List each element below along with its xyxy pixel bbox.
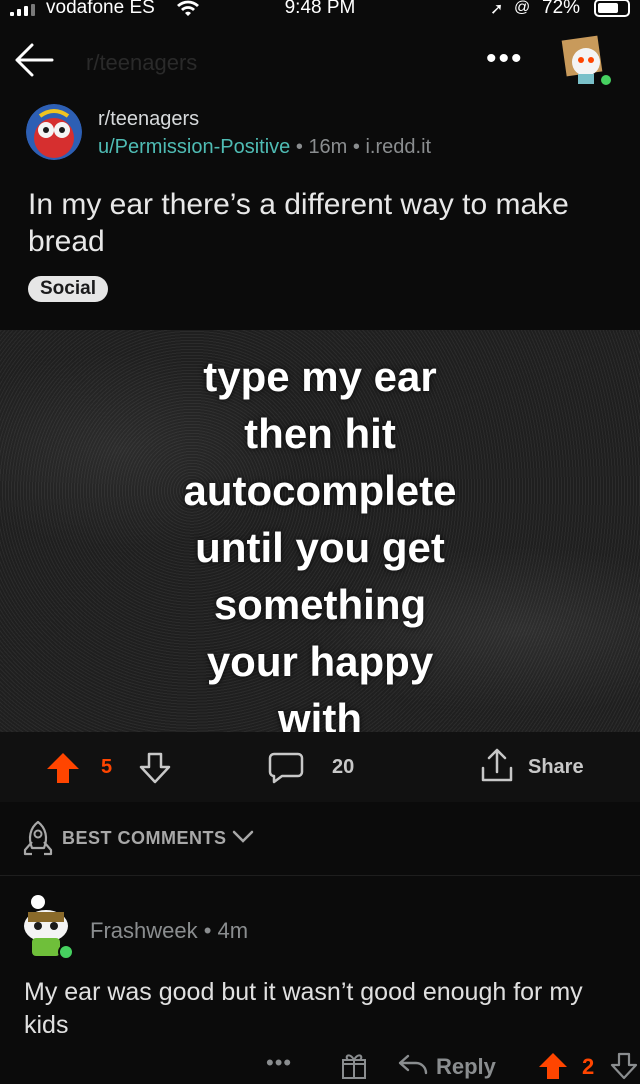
share-button[interactable]: Share [528,756,584,779]
user-avatar[interactable] [556,28,616,88]
comment-author[interactable]: Frashweek [90,918,198,943]
status-bar: vodafone ES 9:48 PM ➚ @ 72% [0,0,640,20]
post-title: In my ear there’s a different way to mak… [28,188,569,258]
more-options-icon[interactable]: ••• [486,44,522,74]
post-action-bar: 5 20 Share [0,732,640,802]
post-flair[interactable]: Social [28,276,108,302]
share-icon[interactable] [480,748,514,784]
comment-meta: Frashweek • 4m [90,918,248,944]
image-caption: type my ear then hit autocomplete until … [183,353,457,732]
top-nav: r/teenagers ••• [0,22,640,102]
post-meta: u/Permission-Positive • 16m • i.redd.it [98,136,431,159]
rotation-lock-icon: @ [514,0,531,16]
meta-separator: • [295,136,303,158]
chevron-down-icon[interactable] [232,830,254,844]
comment-score: 2 [582,1054,595,1079]
post-domain[interactable]: i.redd.it [365,136,431,158]
comment-sort-bar[interactable]: BEST COMMENTS [0,802,640,876]
comment-icon[interactable] [268,752,304,784]
post-image[interactable]: type my ear then hit autocomplete until … [0,330,640,732]
upvote-icon[interactable] [46,752,80,784]
commenter-avatar[interactable] [18,892,76,964]
comment-count[interactable]: 20 [332,756,354,779]
award-icon[interactable] [340,1050,368,1080]
reply-button[interactable]: Reply [436,1054,496,1080]
post-age: 16m [308,136,348,158]
comment-more-icon[interactable]: ••• [266,1050,292,1076]
meta-separator: • [352,136,360,158]
post-score: 5 [101,756,113,778]
comment-age: 4m [217,918,249,943]
battery-percent: 72% [542,0,581,18]
rocket-icon [23,820,53,856]
post-author[interactable]: u/Permission-Positive [98,136,290,158]
sort-label[interactable]: BEST COMMENTS [62,828,227,849]
subreddit-name[interactable]: r/teenagers [98,108,199,131]
subreddit-icon[interactable] [26,104,82,160]
comment-upvote-icon[interactable] [538,1052,568,1080]
location-arrow-icon: ➚ [490,1,504,18]
comment-downvote-icon[interactable] [610,1052,638,1080]
reply-icon[interactable] [398,1054,428,1076]
nav-title: r/teenagers [86,50,198,75]
battery-icon [594,0,630,17]
comment-action-bar: ••• Reply 2 [0,1044,640,1084]
downvote-icon[interactable] [138,752,172,784]
comment-body: My ear was good but it wasn’t good enoug… [24,978,583,1039]
back-arrow-icon[interactable] [12,42,54,78]
meta-separator: • [203,918,212,943]
